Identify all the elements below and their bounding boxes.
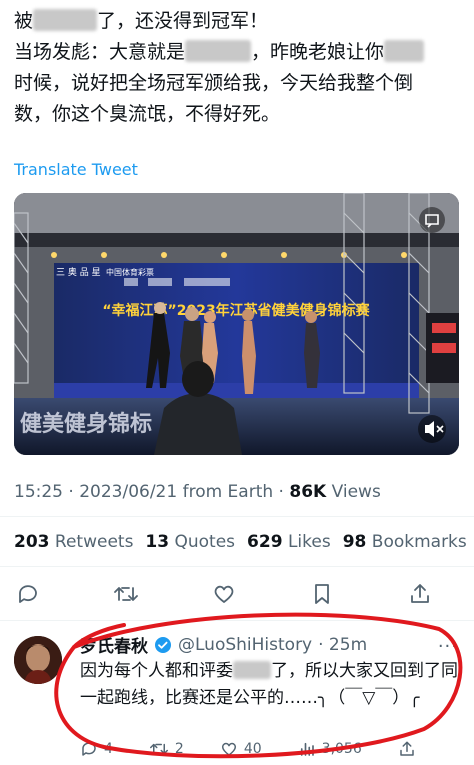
reply-icon [19, 585, 37, 603]
tweet-actions [14, 580, 434, 608]
quotes-stat[interactable]: 13 Quotes [145, 532, 235, 552]
reply-views-count: 3,056 [321, 741, 362, 757]
verified-badge-icon [155, 636, 171, 653]
bookmark-icon [315, 584, 329, 604]
tweet-text-part: 数，你这个臭流氓，不得好死。 [14, 103, 281, 125]
floor-text: 健美健身锦标 [20, 411, 152, 437]
likes-stat[interactable]: 629 Likes [247, 532, 331, 552]
tweet-text-part: 被 [14, 10, 34, 32]
banner-text: “幸福江苏”2023年江苏省健美健身锦标赛 [102, 302, 370, 319]
heart-icon [214, 585, 234, 603]
share-icon [411, 584, 429, 603]
tweet-text-part: ，昨晚老娘让你 [251, 41, 385, 63]
retweet-button[interactable] [112, 580, 140, 608]
reply-time[interactable]: · 25m [318, 635, 367, 655]
tweet-text-part: 了，还没得到冠军！ [97, 10, 269, 32]
reply-icon [82, 742, 96, 756]
views-label: Views [326, 482, 381, 502]
tweet-video[interactable]: “幸福江苏”2023年江苏省健美健身锦标赛 健美健身锦标 三 奥 品 星 中国体… [14, 193, 459, 455]
sponsor-logo-2: 中国体育彩票 [106, 267, 154, 277]
video-frame: “幸福江苏”2023年江苏省健美健身锦标赛 健美健身锦标 三 奥 品 星 中国体… [14, 193, 459, 455]
heart-icon [221, 742, 236, 756]
media-corner-icon[interactable] [419, 207, 445, 233]
quotes-label: Quotes [169, 532, 236, 552]
reply-author-name[interactable]: 罗氏春秋 [80, 632, 148, 657]
bookmarks-stat[interactable]: 98 Bookmarks [343, 532, 467, 552]
retweet-icon [149, 743, 168, 755]
views-count: 86K [289, 482, 327, 502]
reply-share-button[interactable] [398, 740, 416, 758]
reply-retweet-button[interactable]: 2 [149, 740, 184, 758]
translate-tweet-link[interactable]: Translate Tweet [14, 160, 138, 179]
reply-text-part: 因为每个人都和评委 [80, 661, 233, 681]
divider [0, 566, 474, 567]
mute-icon[interactable] [418, 415, 446, 443]
reply-author-handle[interactable]: @LuoShiHistory [178, 635, 312, 655]
retweets-count: 203 [14, 532, 50, 552]
reply-header: 罗氏春秋 @LuoShiHistory · 25m [80, 632, 367, 658]
reply-reply-button[interactable]: 4 [80, 740, 113, 758]
more-options-icon[interactable]: ··· [438, 636, 458, 657]
tweet-timestamp[interactable]: 15:25 · 2023/06/21 from Earth · [14, 482, 289, 502]
reply-text: 因为每个人都和评委 了，所以大家又回到了同一起跑线，比赛还是公平的……╮（￣▽￣）… [80, 658, 460, 712]
blurred-text [185, 40, 252, 62]
tweet-meta: 15:25 · 2023/06/21 from Earth · 86K View… [14, 482, 381, 502]
avatar-image [14, 636, 62, 684]
blurred-text [384, 40, 425, 62]
retweets-stat[interactable]: 203 Retweets [14, 532, 133, 552]
reply-actions: 4 2 40 3,056 [80, 740, 416, 758]
likes-count: 629 [247, 532, 283, 552]
share-icon [400, 741, 414, 756]
divider [0, 516, 474, 517]
blurred-text [33, 9, 98, 31]
quotes-count: 13 [145, 532, 170, 552]
tweet-text-part: 当场发彪：大意就是 [14, 41, 186, 63]
reply-views-button[interactable]: 3,056 [298, 740, 362, 758]
bookmark-button[interactable] [308, 580, 336, 608]
bookmarks-count: 98 [342, 532, 367, 552]
reply-tweet[interactable]: 罗氏春秋 @LuoShiHistory · 25m ··· 因为每个人都和评委了… [0, 622, 474, 762]
tweet-text-part: 时候，说好把全场冠军颁给我，今天给我整个倒 [14, 72, 414, 94]
reply-button[interactable] [14, 580, 42, 608]
reply-like-button[interactable]: 40 [220, 740, 262, 758]
likes-label: Likes [282, 532, 331, 552]
tweet-text: 被 了，还没得到冠军！ 当场发彪：大意就是 ，昨晚老娘让你 时候，说好把全场冠军颁给… [14, 6, 464, 130]
tweet-stats: 203 Retweets 13 Quotes 629 Likes 98 Book… [14, 532, 467, 552]
bookmarks-label: Bookmarks [366, 532, 467, 552]
avatar[interactable] [14, 636, 62, 684]
sponsor-logo-1: 三 奥 品 星 [56, 266, 101, 278]
reply-retweets-count: 2 [174, 741, 184, 757]
like-button[interactable] [210, 580, 238, 608]
share-button[interactable] [406, 580, 434, 608]
retweets-label: Retweets [49, 532, 134, 552]
retweet-icon [114, 587, 138, 601]
reply-likes-count: 40 [243, 741, 262, 757]
divider [0, 620, 474, 621]
blurred-text [233, 661, 271, 679]
reply-replies-count: 4 [104, 741, 113, 757]
views-chart-icon [300, 742, 314, 756]
